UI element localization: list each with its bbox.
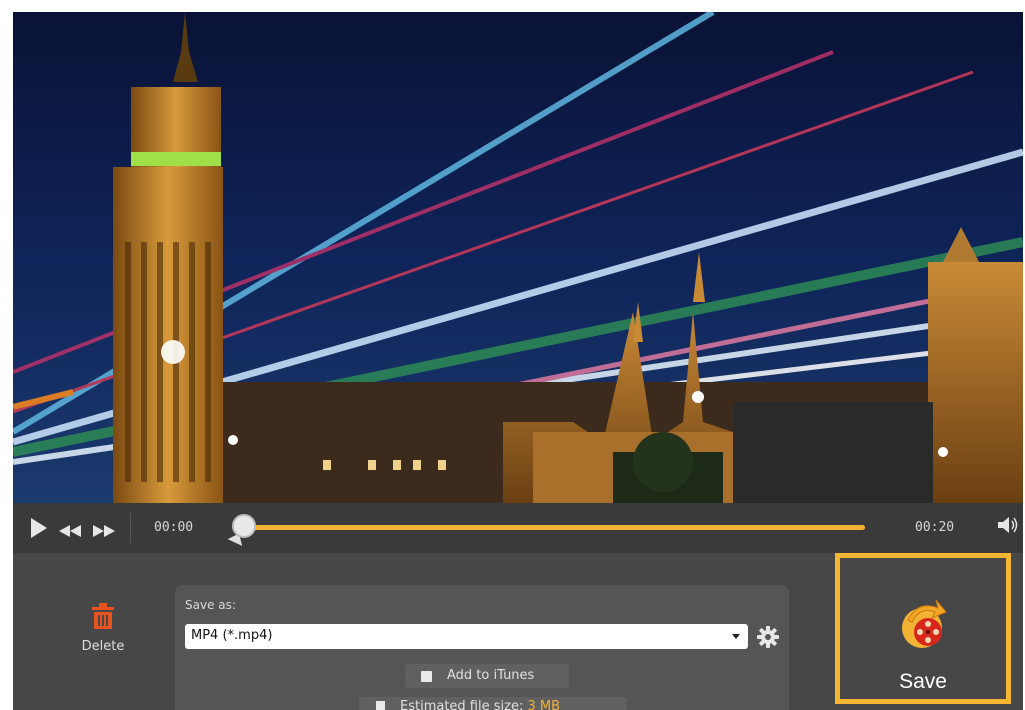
file-icon [376,701,385,710]
delete-label: Delete [81,639,125,654]
estimated-size-box: Estimated file size: 3 MB [359,697,627,710]
trash-icon [92,603,114,629]
checkbox-icon [421,671,432,682]
preview-image [13,12,1023,503]
add-to-itunes-checkbox[interactable]: Add to iTunes [405,664,569,688]
export-panel: Delete Save as: MP4 (*.mp4) Add to iTune… [13,553,1023,710]
video-editor-window: 00:00 00:20 Delete Save as: MP4 (*.mp4) … [13,12,1023,710]
estimated-size-label: Estimated file size: [400,699,524,710]
volume-icon [998,517,1018,533]
estimated-size-link[interactable]: 3 MB [527,699,560,710]
delete-button[interactable]: Delete [63,603,143,693]
timeline-track[interactable] [245,525,865,530]
rewind-button[interactable] [59,522,81,541]
fast-forward-icon [93,525,115,537]
save-film-icon [902,599,947,648]
play-button[interactable] [31,518,47,542]
rewind-icon [59,525,81,537]
format-select[interactable]: MP4 (*.mp4) [185,624,748,649]
gear-icon [757,626,779,648]
video-preview [13,12,1023,503]
timeline-fill [245,525,865,530]
chevron-down-icon [732,634,740,639]
fast-forward-button[interactable] [93,522,115,541]
controls-divider [130,513,131,543]
save-as-label: Save as: [185,598,236,612]
volume-button[interactable] [998,516,1020,538]
save-options-panel: Save as: MP4 (*.mp4) Add to iTunes Estim… [175,585,789,710]
add-to-itunes-label: Add to iTunes [447,668,535,683]
format-value: MP4 (*.mp4) [191,628,273,643]
play-icon [31,518,47,538]
playback-controls: 00:00 00:20 [13,503,1023,553]
current-time: 00:00 [154,520,194,535]
save-button[interactable]: Save [835,553,1011,704]
playhead-handle[interactable] [232,514,256,538]
settings-button[interactable] [757,626,779,648]
save-label: Save [899,670,947,693]
end-time: 00:20 [915,520,955,535]
